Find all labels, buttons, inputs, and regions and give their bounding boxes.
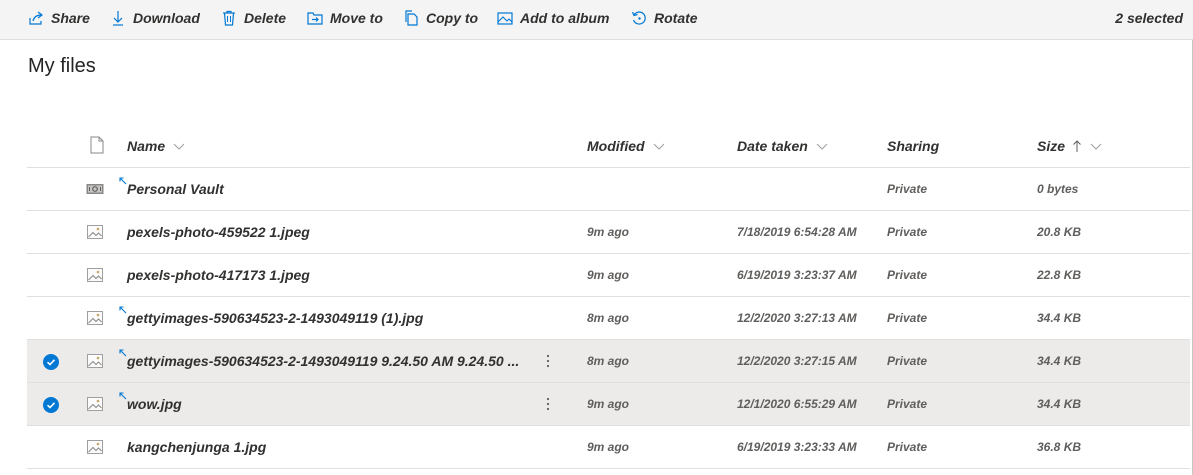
sharing-cell: Private bbox=[887, 225, 928, 239]
rotate-label: Rotate bbox=[654, 10, 698, 26]
copy-to-icon bbox=[405, 10, 418, 26]
table-row[interactable]: gettyimages-590634523-2-1493049119 (1).j… bbox=[27, 297, 1190, 340]
file-name[interactable]: Personal Vault bbox=[127, 168, 224, 211]
image-file-icon bbox=[87, 440, 103, 454]
move-to-icon bbox=[307, 12, 323, 25]
column-header-name[interactable]: Name bbox=[127, 123, 185, 168]
sharing-cell: Private bbox=[887, 440, 928, 454]
file-name[interactable]: gettyimages-590634523-2-1493049119 (1).j… bbox=[127, 297, 423, 340]
delete-button[interactable]: Delete bbox=[221, 0, 286, 36]
date-taken-cell: 12/1/2020 6:55:29 AM bbox=[737, 397, 857, 411]
modified-cell: 9m ago bbox=[587, 268, 630, 282]
column-date-taken-label: Date taken bbox=[737, 137, 808, 154]
share-icon bbox=[29, 11, 43, 25]
image-file-icon bbox=[87, 268, 103, 282]
table-row[interactable]: wow.jpg 9m ago 12/1/2020 6:55:29 AM Private… bbox=[27, 383, 1190, 426]
add-to-album-label: Add to album bbox=[520, 10, 610, 26]
column-header-date-taken[interactable]: Date taken bbox=[737, 123, 828, 168]
column-header-size[interactable]: Size bbox=[1037, 123, 1102, 168]
column-header-modified[interactable]: Modified bbox=[587, 123, 665, 168]
delete-label: Delete bbox=[244, 10, 287, 26]
modified-cell: 9m ago bbox=[587, 225, 630, 239]
column-header-sharing[interactable]: Sharing bbox=[887, 123, 939, 168]
trash-icon bbox=[223, 10, 235, 26]
table-row[interactable]: gettyimages-590634523-2-1493049119 9.24.… bbox=[27, 340, 1190, 383]
copy-to-label: Copy to bbox=[426, 10, 479, 26]
size-cell: 0 bytes bbox=[1037, 182, 1079, 196]
image-file-icon bbox=[87, 354, 103, 368]
download-button[interactable]: Download bbox=[110, 0, 200, 36]
table-row[interactable]: Personal Vault Private 0 bytes bbox=[27, 168, 1190, 211]
command-bar: Share Download Delete Move to Copy to Ad… bbox=[0, 0, 1193, 40]
table-header: Name Modified Date taken Sharing Size bbox=[27, 123, 1190, 168]
size-cell: 34.4 KB bbox=[1037, 354, 1082, 368]
image-file-icon bbox=[87, 397, 103, 411]
download-label: Download bbox=[133, 10, 200, 26]
file-name[interactable]: gettyimages-590634523-2-1493049119 9.24.… bbox=[127, 340, 519, 383]
date-taken-cell: 6/19/2019 3:23:37 AM bbox=[737, 268, 857, 282]
modified-cell: 9m ago bbox=[587, 440, 630, 454]
sharing-cell: Private bbox=[887, 182, 928, 196]
date-taken-cell: 12/2/2020 3:27:13 AM bbox=[737, 311, 857, 325]
file-name[interactable]: kangchenjunga 1.jpg bbox=[127, 426, 266, 469]
sharing-cell: Private bbox=[887, 311, 928, 325]
column-sharing-label: Sharing bbox=[887, 137, 940, 154]
share-button[interactable]: Share bbox=[28, 0, 90, 36]
sort-ascending-icon bbox=[1073, 139, 1081, 152]
date-taken-cell: 7/18/2019 6:54:28 AM bbox=[737, 225, 857, 239]
image-file-icon bbox=[87, 311, 103, 325]
move-to-label: Move to bbox=[330, 10, 383, 26]
table-row[interactable]: pexels-photo-459522 1.jpeg 9m ago 7/18/201… bbox=[27, 211, 1190, 254]
add-to-album-icon bbox=[497, 12, 513, 25]
file-name[interactable]: pexels-photo-459522 1.jpeg bbox=[127, 211, 310, 254]
share-label: Share bbox=[51, 10, 90, 26]
rotate-icon bbox=[631, 11, 646, 25]
checkmark-circle-icon[interactable] bbox=[43, 354, 59, 370]
more-options-icon[interactable] bbox=[541, 351, 555, 371]
image-file-icon bbox=[87, 225, 103, 239]
size-cell: 22.8 KB bbox=[1037, 268, 1082, 282]
page-title: My files bbox=[28, 55, 96, 77]
table-row[interactable]: kangchenjunga 1.jpg 9m ago 6/19/2019 3:23:… bbox=[27, 426, 1190, 469]
vault-icon bbox=[86, 184, 104, 194]
column-name-label: Name bbox=[127, 137, 166, 154]
move-to-button[interactable]: Move to bbox=[307, 0, 383, 36]
table-row[interactable]: pexels-photo-417173 1.jpeg 9m ago 6/19/201… bbox=[27, 254, 1190, 297]
modified-cell: 9m ago bbox=[587, 397, 630, 411]
size-cell: 20.8 KB bbox=[1037, 225, 1082, 239]
date-taken-cell: 6/19/2019 3:23:33 AM bbox=[737, 440, 857, 454]
file-name[interactable]: pexels-photo-417173 1.jpeg bbox=[127, 254, 310, 297]
chevron-down-icon bbox=[816, 143, 828, 150]
size-cell: 36.8 KB bbox=[1037, 440, 1082, 454]
chevron-down-icon bbox=[653, 143, 664, 150]
sharing-cell: Private bbox=[887, 397, 928, 411]
modified-cell: 8m ago bbox=[587, 354, 630, 368]
column-modified-label: Modified bbox=[587, 137, 645, 154]
size-cell: 34.4 KB bbox=[1037, 311, 1082, 325]
chevron-down-icon bbox=[173, 143, 185, 150]
file-type-icon[interactable] bbox=[90, 136, 104, 154]
modified-cell: 8m ago bbox=[587, 311, 630, 325]
size-cell: 34.4 KB bbox=[1037, 397, 1082, 411]
add-to-album-button[interactable]: Add to album bbox=[497, 0, 609, 36]
chevron-down-icon bbox=[1090, 143, 1102, 150]
selection-count: 2 selected bbox=[1115, 10, 1183, 26]
download-icon bbox=[113, 11, 123, 26]
sharing-cell: Private bbox=[887, 354, 928, 368]
copy-to-button[interactable]: Copy to bbox=[403, 0, 478, 36]
more-options-icon[interactable] bbox=[541, 394, 555, 414]
checkmark-circle-icon[interactable] bbox=[43, 397, 59, 413]
column-size-label: Size bbox=[1037, 137, 1066, 154]
sharing-cell: Private bbox=[887, 268, 928, 282]
date-taken-cell: 12/2/2020 3:27:15 AM bbox=[737, 354, 857, 368]
rotate-button[interactable]: Rotate bbox=[631, 0, 698, 36]
file-name[interactable]: wow.jpg bbox=[127, 383, 182, 426]
